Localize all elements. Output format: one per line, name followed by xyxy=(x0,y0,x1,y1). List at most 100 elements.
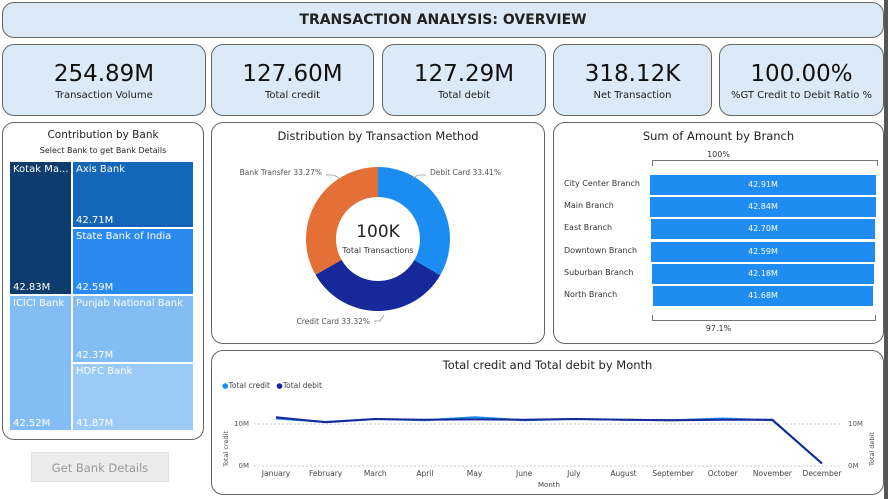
x-tick-january: January xyxy=(261,469,291,478)
x-axis-label: Month xyxy=(538,481,560,489)
branch-bar-row[interactable]: Main Branch 42.84M xyxy=(554,197,885,218)
treemap-tile-name: Punjab National Bank xyxy=(76,298,183,309)
treemap-tile-value: 42.52M xyxy=(13,418,51,429)
treemap-tile-value: 41.87M xyxy=(76,418,114,429)
donut-chart: Debit Card 33.41% Bank Transfer 33.27% C… xyxy=(240,167,501,326)
branch-bar-row[interactable]: City Center Branch 42.91M xyxy=(554,175,885,195)
branch-bar[interactable]: 41.68M xyxy=(653,286,873,306)
dashboard-title-bar: TRANSACTION ANALYSIS: OVERVIEW xyxy=(2,2,884,38)
donut-label-bank-transfer: Bank Transfer 33.27% xyxy=(240,168,322,177)
kpi-value: 254.89M xyxy=(53,61,155,87)
branch-bar-value: 42.59M xyxy=(748,246,778,256)
treemap-tile-value: 42.59M xyxy=(76,282,114,293)
transaction-method-donut-card: Distribution by Transaction Method Debit… xyxy=(211,122,545,344)
donut-center-label: Total Transactions xyxy=(341,246,413,255)
kpi-card-total-debit: 127.29M Total debit xyxy=(382,44,546,116)
treemap-tile-kotak[interactable]: Kotak Ma... 42.83M xyxy=(9,161,72,295)
bank-treemap-subtitle: Select Bank to get Bank Details xyxy=(39,146,167,155)
kpi-value: 318.12K xyxy=(584,61,681,87)
vertical-scrollbar[interactable] xyxy=(884,0,888,499)
branch-name: Main Branch xyxy=(564,201,614,211)
x-tick-may: May xyxy=(467,469,483,478)
branch-name: North Branch xyxy=(564,290,618,299)
x-tick-march: March xyxy=(364,469,387,478)
y-left-tick-0m: 0M xyxy=(239,462,250,470)
donut-label-debit: Debit Card 33.41% xyxy=(430,168,501,177)
branch-range-bracket xyxy=(652,315,876,321)
kpi-value: 127.29M xyxy=(413,61,515,87)
branch-bars: City Center Branch 42.91M Main Branch 42.84… xyxy=(554,175,885,315)
kpi-value: 127.60M xyxy=(242,61,343,87)
treemap-tile-hdfc[interactable]: HDFC Bank 41.87M xyxy=(72,363,194,431)
branch-bar-value: 42.91M xyxy=(748,180,778,189)
get-bank-details-button[interactable]: Get Bank Details xyxy=(31,452,169,482)
treemap-tile-name: Kotak Ma... xyxy=(13,164,69,175)
treemap-tile-value: 42.71M xyxy=(76,215,114,226)
x-tick-august: August xyxy=(610,469,636,478)
donut-label-credit: Credit Card 33.32% xyxy=(297,317,370,326)
monthly-line-card: Total credit and Total debit by Month ●T… xyxy=(211,350,884,495)
y-left-axis-label: Total credit xyxy=(222,431,230,468)
branch-bar[interactable]: 42.84M xyxy=(650,197,876,218)
y-right-tick-0m: 0M xyxy=(848,462,859,470)
treemap-tile-pnb[interactable]: Punjab National Bank 42.37M xyxy=(72,295,194,363)
branch-bar[interactable]: 42.18M xyxy=(651,263,875,284)
kpi-card-transaction-volume: 254.89M Transaction Volume xyxy=(2,44,206,116)
branch-bar-value: 42.18M xyxy=(748,268,778,278)
kpi-card-credit-debit-ratio: 100.00% %GT Credit to Debit Ratio % xyxy=(719,44,884,116)
branch-bar-row[interactable]: East Branch 42.70M xyxy=(554,219,885,240)
kpi-label: Total debit xyxy=(437,90,491,101)
x-tick-december: December xyxy=(803,469,843,478)
kpi-card-total-credit: 127.60M Total credit xyxy=(211,44,374,116)
x-tick-february: February xyxy=(309,469,343,478)
branch-bar-row[interactable]: North Branch 41.68M xyxy=(554,286,885,306)
kpi-label: %GT Credit to Debit Ratio % xyxy=(730,90,873,101)
branch-top-percent: 100% xyxy=(707,150,730,159)
y-right-tick-10m: 10M xyxy=(848,420,863,428)
branch-bar-card: Sum of Amount by Branch 100% City Center… xyxy=(553,122,884,344)
donut-slice-bank-transfer[interactable] xyxy=(306,167,378,275)
kpi-value: 100.00% xyxy=(750,61,853,87)
debit-series-line xyxy=(275,416,823,465)
y-right-axis-label: Total debit xyxy=(868,432,876,467)
kpi-label: Total credit xyxy=(264,90,321,101)
branch-bar-row[interactable]: Suburban Branch 42.18M xyxy=(554,263,885,284)
branch-top-bracket xyxy=(652,160,878,166)
x-tick-june: June xyxy=(515,469,533,478)
bank-treemap-card: Contribution by Bank Select Bank to get … xyxy=(2,122,204,440)
branch-bar-row[interactable]: Downtown Branch 42.59M xyxy=(554,241,885,262)
treemap-tile-name: State Bank of India xyxy=(76,231,172,242)
x-tick-july: July xyxy=(566,469,581,478)
branch-bar[interactable]: 42.91M xyxy=(650,175,876,195)
treemap-tile-value: 42.37M xyxy=(76,350,114,361)
treemap-tile-name: ICICI Bank xyxy=(13,298,65,309)
branch-bar[interactable]: 42.70M xyxy=(650,219,876,240)
treemap-tile-icici[interactable]: ICICI Bank 42.52M xyxy=(9,295,72,431)
kpi-label: Transaction Volume xyxy=(55,90,153,101)
kpi-card-net-transaction: 318.12K Net Transaction xyxy=(553,44,712,116)
donut-slice-credit-card[interactable] xyxy=(315,259,441,311)
branch-bar-value: 41.68M xyxy=(748,291,778,300)
bank-treemap-title: Contribution by Bank xyxy=(47,129,159,141)
donut-center-value: 100K xyxy=(356,222,400,242)
y-left-tick-10m: 10M xyxy=(234,420,249,428)
branch-bar[interactable]: 42.59M xyxy=(650,241,876,262)
dashboard-title: TRANSACTION ANALYSIS: OVERVIEW xyxy=(299,12,587,28)
branch-name: East Branch xyxy=(564,223,613,233)
branch-name: City Center Branch xyxy=(564,179,640,188)
treemap-tile-sbi[interactable]: State Bank of India 42.59M xyxy=(72,228,194,295)
branch-chart-title: Sum of Amount by Branch xyxy=(642,129,795,143)
treemap-tile-name: HDFC Bank xyxy=(76,366,133,377)
treemap-tile-axis[interactable]: Axis Bank 42.71M xyxy=(72,161,194,228)
branch-name: Downtown Branch xyxy=(564,245,638,255)
branch-name: Suburban Branch xyxy=(564,267,634,277)
treemap-tile-value: 42.83M xyxy=(13,282,51,293)
branch-bar-value: 42.70M xyxy=(748,224,778,234)
x-tick-november: November xyxy=(753,469,793,478)
kpi-label: Net Transaction xyxy=(593,90,672,101)
x-tick-october: October xyxy=(708,469,739,478)
treemap-tile-name: Axis Bank xyxy=(76,164,126,175)
branch-bar-value: 42.84M xyxy=(748,202,778,212)
x-tick-april: April xyxy=(416,469,433,478)
line-chart: Total credit Total debit 10M 0M 10M 0M J… xyxy=(222,416,876,489)
